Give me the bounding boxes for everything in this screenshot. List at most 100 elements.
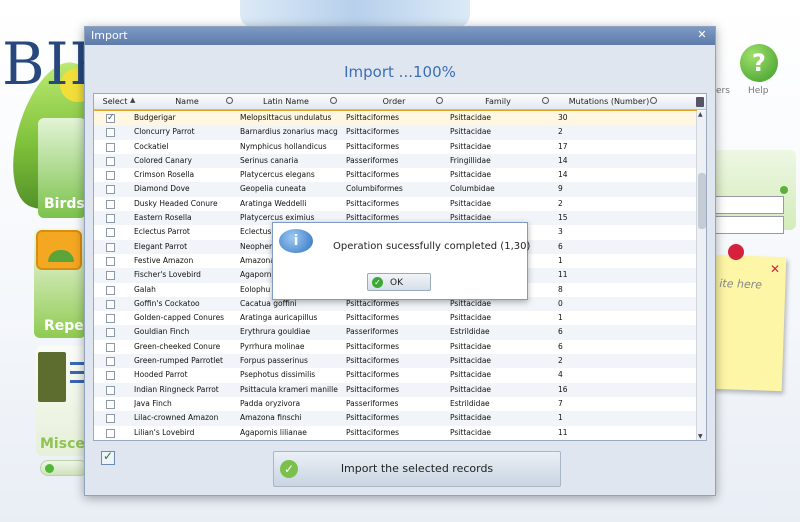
header-decoration — [240, 0, 470, 28]
row-checkbox[interactable] — [106, 228, 115, 238]
sticky-close-icon[interactable]: ✕ — [770, 262, 780, 276]
row-checkbox[interactable] — [106, 314, 115, 324]
cell-name: Indian Ringneck Parrot — [134, 384, 219, 394]
row-checkbox[interactable] — [106, 385, 115, 395]
table-row[interactable]: Java Finch Padda oryzivora Passeriformes Es… — [94, 397, 696, 411]
cell-name: Cloncurry Parrot — [134, 127, 195, 137]
table-row[interactable]: Green-cheeked Conure Pyrrhura molinae Psit… — [94, 340, 696, 354]
cell-name: Green-cheeked Conure — [134, 341, 221, 351]
cell-name: Fischer's Lovebird — [134, 270, 201, 280]
cell-family: Psittacidae — [450, 127, 492, 137]
table-row[interactable]: Cockatiel Nymphicus hollandicus Psittacifo… — [94, 140, 696, 154]
table-row[interactable]: Budgerigar Melopsittacus undulatus Psittac… — [94, 109, 697, 127]
search-icon[interactable] — [226, 97, 233, 104]
cell-family: Estrildidae — [450, 398, 490, 408]
row-checkbox[interactable] — [106, 328, 115, 338]
vertical-scrollbar[interactable]: ▲ ▼ — [696, 111, 706, 440]
row-checkbox[interactable] — [106, 199, 115, 209]
row-checkbox[interactable] — [106, 399, 115, 409]
misc-links — [70, 356, 84, 389]
search-icon[interactable] — [542, 97, 549, 104]
table-row[interactable]: Gouldian Finch Erythrura gouldiae Passerif… — [94, 325, 696, 340]
column-header-order[interactable]: Order — [342, 94, 446, 110]
row-checkbox[interactable] — [106, 371, 115, 381]
scroll-down-icon[interactable]: ▼ — [698, 433, 703, 440]
column-header-name[interactable]: Name — [134, 94, 240, 110]
birds-tile[interactable]: Birds — [38, 118, 86, 218]
column-header-latin-name[interactable]: Latin Name — [234, 94, 338, 110]
row-checkbox[interactable] — [106, 185, 115, 195]
table-row[interactable]: Cloncurry Parrot Barnardius zonarius macg… — [94, 125, 696, 140]
trash-icon[interactable] — [696, 97, 704, 107]
dialog-message: Operation sucessfully completed (1,30) — [333, 241, 531, 252]
panel-dot-icon — [780, 186, 788, 194]
import-selected-button[interactable]: ✓ Import the selected records — [273, 451, 561, 487]
cell-latin: Erythrura gouldiae — [240, 327, 311, 337]
column-header-select[interactable]: Select — [100, 94, 130, 110]
row-checkbox[interactable] — [106, 414, 115, 424]
help-icon[interactable]: ? — [740, 44, 778, 82]
cell-name: Cockatiel — [134, 141, 169, 151]
cell-name: Goffin's Cockatoo — [134, 298, 200, 308]
cell-latin: Pyrrhura molinae — [240, 341, 305, 351]
search-icon[interactable] — [650, 97, 657, 104]
row-checkbox[interactable] — [106, 271, 115, 281]
row-checkbox[interactable] — [106, 242, 115, 252]
row-checkbox[interactable] — [106, 299, 115, 309]
cell-latin: Padda oryzivora — [240, 398, 301, 408]
row-checkbox[interactable] — [106, 156, 115, 166]
row-checkbox[interactable] — [106, 128, 115, 138]
scrollbar-thumb[interactable] — [698, 173, 706, 229]
cell-order: Passeriformes — [346, 155, 399, 165]
cell-mutations: 8 — [558, 284, 563, 294]
search-icon[interactable] — [330, 97, 337, 104]
table-row[interactable]: Dusky Headed Conure Aratinga Weddelli Psit… — [94, 197, 696, 211]
cell-latin: Geopelia cuneata — [240, 184, 306, 194]
cell-latin: Platycercus elegans — [240, 170, 315, 180]
cell-family: Psittacidae — [450, 141, 492, 151]
cell-family: Columbidae — [450, 184, 495, 194]
window-close-icon[interactable]: ✕ — [695, 28, 709, 42]
cell-order: Psittaciformes — [346, 113, 400, 122]
row-checkbox[interactable] — [106, 171, 115, 181]
ok-button[interactable]: ✓ OK — [367, 273, 431, 291]
cell-name: Green-rumped Parrotlet — [134, 356, 223, 366]
row-checkbox[interactable] — [106, 214, 115, 224]
select-all-checkbox[interactable] — [101, 449, 115, 465]
table-row[interactable]: Lilac-crowned Amazon Amazona finschi Psitt… — [94, 411, 696, 426]
misc-tile[interactable]: Miscel — [36, 346, 90, 456]
table-row[interactable]: Green-rumped Parrotlet Forpus passerinus P… — [94, 354, 696, 369]
cell-latin: Aratinga Weddelli — [240, 198, 307, 208]
table-row[interactable]: Crimson Rosella Platycercus elegans Psitta… — [94, 168, 696, 182]
window-titlebar[interactable]: Import ✕ — [85, 27, 715, 45]
search-icon[interactable] — [436, 97, 443, 104]
row-checkbox[interactable] — [106, 285, 115, 295]
cell-name: Eclectus Parrot — [134, 227, 190, 237]
right-panel-input-2[interactable] — [714, 216, 784, 234]
cell-latin: Serinus canaria — [240, 155, 299, 165]
column-header-mutations[interactable]: Mutations (Number) — [552, 94, 666, 110]
column-header-family[interactable]: Family — [446, 94, 550, 110]
birds-tile-label: Birds — [44, 196, 85, 212]
row-checkbox[interactable] — [106, 111, 115, 125]
cell-latin: Forpus passerinus — [240, 356, 308, 366]
scroll-up-icon[interactable]: ▲ — [698, 111, 703, 118]
grid-header: Select ▲ Name Latin Name Order Family Mu… — [94, 94, 706, 110]
cell-mutations: 7 — [558, 398, 563, 408]
cell-name: Hooded Parrot — [134, 370, 188, 380]
row-checkbox[interactable] — [106, 256, 115, 266]
table-row[interactable]: Diamond Dove Geopelia cuneata Columbiforme… — [94, 182, 696, 197]
table-row[interactable]: Golden-capped Conures Aratinga auricapill… — [94, 311, 696, 325]
row-checkbox[interactable] — [106, 342, 115, 352]
table-row[interactable]: Hooded Parrot Psephotus dissimilis Psittac… — [94, 368, 696, 382]
row-checkbox[interactable] — [106, 142, 115, 152]
table-row[interactable]: Colored Canary Serinus canaria Passeriform… — [94, 153, 696, 169]
table-row[interactable]: Lilian's Lovebird Agapornis lilianae Psitt… — [94, 426, 696, 440]
row-checkbox[interactable] — [106, 357, 115, 367]
cell-mutations: 2 — [558, 127, 563, 137]
right-panel-input[interactable] — [714, 196, 784, 214]
cell-name: Dusky Headed Conure — [134, 198, 218, 208]
row-checkbox[interactable] — [106, 428, 115, 438]
cell-mutations: 4 — [558, 370, 563, 380]
table-row[interactable]: Indian Ringneck Parrot Psittacula krameri… — [94, 382, 696, 397]
